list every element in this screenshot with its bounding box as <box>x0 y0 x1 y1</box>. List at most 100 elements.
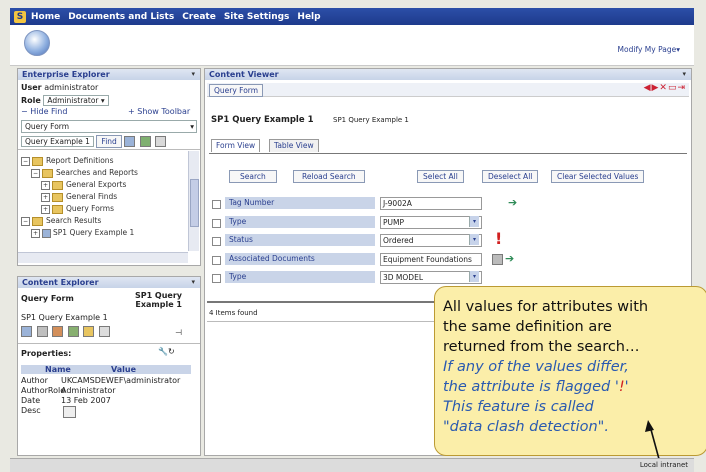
attr-value-tag-number[interactable]: J-9002A <box>380 197 482 210</box>
row-checkbox[interactable] <box>212 256 221 265</box>
prop-author-role: AuthorRole Administrator <box>21 386 116 395</box>
tree-item-report-definitions[interactable]: − Report Definitions <box>21 156 113 166</box>
nav-create[interactable]: Create <box>182 12 216 22</box>
viewer-nav-icons[interactable]: ◀▶✕▭⇥ <box>644 83 686 93</box>
grid-icon[interactable] <box>21 326 32 337</box>
properties-label: Properties: <box>21 349 72 358</box>
attr-label-status: Status <box>225 234 375 247</box>
attr-value-status[interactable]: Ordered <box>380 234 482 247</box>
pane-menu-icon[interactable]: ▾ <box>191 69 195 80</box>
attr-label-type: Type <box>225 216 375 229</box>
folder-icon <box>52 180 63 190</box>
search-button[interactable]: Search <box>229 170 277 183</box>
documents-icon[interactable]: ➔ <box>492 252 514 265</box>
pane-menu-icon[interactable]: ▾ <box>682 69 686 80</box>
user-label: User <box>21 83 42 92</box>
deselect-all-button[interactable]: Deselect All <box>482 170 539 183</box>
enterprise-explorer-title: Enterprise Explorer ▾ <box>18 69 200 80</box>
tree-item-general-finds[interactable]: + General Finds <box>41 192 117 202</box>
tab-table-view[interactable]: Table View <box>269 139 319 152</box>
select-all-button[interactable]: Select All <box>417 170 464 183</box>
items-found-label: 4 Items found <box>209 309 258 317</box>
attr-value-type[interactable]: PUMP <box>380 216 482 229</box>
row-checkbox[interactable] <box>212 200 221 209</box>
status-bar: Local intranet <box>10 458 694 472</box>
folder-icon <box>52 204 63 214</box>
properties-header: Name Value <box>21 365 191 374</box>
prop-desc: Desc <box>21 406 76 418</box>
callout-line: All values for attributes with <box>443 299 649 315</box>
viewer-toolbar: Query Form ◀▶✕▭⇥ <box>207 83 689 97</box>
pin-icon[interactable]: ⊣ <box>175 328 182 337</box>
row-checkbox[interactable] <box>212 274 221 283</box>
folder-icon[interactable] <box>83 326 95 337</box>
callout-line: the same definition are <box>443 319 612 335</box>
properties-tools-icon[interactable]: 🔧↻ <box>158 347 175 356</box>
show-toolbar-link[interactable]: + Show Toolbar <box>128 107 190 116</box>
callout-line: This feature is called <box>443 399 594 415</box>
tree-item-sp1-query-example[interactable]: + SP1 Query Example 1 <box>31 228 134 238</box>
user-value: administrator <box>44 83 99 92</box>
enterprise-explorer-pane: Enterprise Explorer ▾ User administrator … <box>17 68 201 266</box>
modify-my-page-link[interactable]: Modify My Page▾ <box>618 45 680 54</box>
nav-home[interactable]: Home <box>31 12 60 22</box>
tree-horizontal-scrollbar[interactable] <box>18 252 188 263</box>
clear-selected-values-button[interactable]: Clear Selected Values <box>551 170 645 183</box>
viewer-heading: SP1 Query Example 1 <box>211 115 314 125</box>
pane-menu-icon[interactable]: ▾ <box>191 277 195 288</box>
callout-line: returned from the search… <box>443 339 640 355</box>
find-button[interactable]: Find <box>96 135 122 148</box>
content-sub-label: SP1 Query Example 1 <box>21 313 108 322</box>
hide-find-link[interactable]: − Hide Find <box>21 107 67 116</box>
export-icon[interactable] <box>67 326 79 337</box>
status-zone: Local intranet <box>639 461 688 469</box>
folder-icon <box>52 192 63 202</box>
prop-author: Author UKCAMSDEWEF\administrator <box>21 376 181 385</box>
attr-value-type-2[interactable]: 3D MODEL <box>380 271 482 284</box>
go-arrow-icon[interactable]: ➔ <box>508 196 517 209</box>
report-icon[interactable] <box>52 326 64 337</box>
tree-item-query-forms[interactable]: + Query Forms <box>41 204 114 214</box>
query-example-select[interactable]: Query Example 1 <box>21 136 94 147</box>
content-viewer-title: Content Viewer ▾ <box>205 69 691 80</box>
nav-help[interactable]: Help <box>297 12 320 22</box>
folder-icon <box>32 156 43 166</box>
row-checkbox[interactable] <box>212 219 221 228</box>
desc-edit-icon[interactable] <box>63 406 76 418</box>
content-explorer-pane: Content Explorer ▾ Query Form SP1 Query Ex… <box>17 276 201 456</box>
row-checkbox[interactable] <box>212 237 221 246</box>
data-clash-flag-icon: ! <box>495 229 503 248</box>
nav-documents-and-lists[interactable]: Documents and Lists <box>68 12 174 22</box>
content-explorer-title: Content Explorer ▾ <box>18 277 200 288</box>
viewer-heading-sub: SP1 Query Example 1 <box>333 116 409 124</box>
chevron-down-icon[interactable]: ▾ <box>469 234 479 245</box>
document-icon <box>42 228 51 238</box>
breadcrumb-query-form[interactable]: Query Form <box>209 84 264 97</box>
reload-search-button[interactable]: Reload Search <box>293 170 365 183</box>
tab-form-view[interactable]: Form View <box>211 139 261 152</box>
query-form-select[interactable]: Query Form ▾ <box>21 120 197 133</box>
tree-item-search-results[interactable]: − Search Results <box>21 216 101 226</box>
chevron-down-icon[interactable]: ▾ <box>469 216 479 227</box>
chevron-down-icon[interactable]: ▾ <box>469 271 479 282</box>
attr-label-associated-documents: Associated Documents <box>225 253 375 266</box>
list-icon[interactable] <box>36 326 48 337</box>
tree-scrollbar[interactable] <box>188 151 199 251</box>
callout-line: the attribute is flagged '!' <box>443 379 629 395</box>
print-icon[interactable] <box>98 326 110 337</box>
callout-line: If any of the values differ, <box>443 359 629 375</box>
tools-icon[interactable] <box>124 136 136 147</box>
page-banner: Modify My Page▾ <box>10 25 694 66</box>
nav-site-settings[interactable]: Site Settings <box>224 12 290 22</box>
edit-icon[interactable] <box>139 136 151 147</box>
query-form-label: Query Form <box>21 294 74 303</box>
tree-item-searches-and-reports[interactable]: − Searches and Reports <box>31 168 138 178</box>
search-icon[interactable] <box>155 136 167 147</box>
attr-value-associated-documents[interactable]: Equipment Foundations <box>380 253 482 266</box>
role-select[interactable]: Administrator ▾ <box>43 95 109 106</box>
top-nav-bar: S Home Documents and Lists Create Site S… <box>10 8 694 25</box>
attr-label-tag-number: Tag Number <box>225 197 375 210</box>
app-logo-icon: S <box>14 10 26 23</box>
tree-item-general-exports[interactable]: + General Exports <box>41 180 126 190</box>
folder-icon <box>32 216 43 226</box>
